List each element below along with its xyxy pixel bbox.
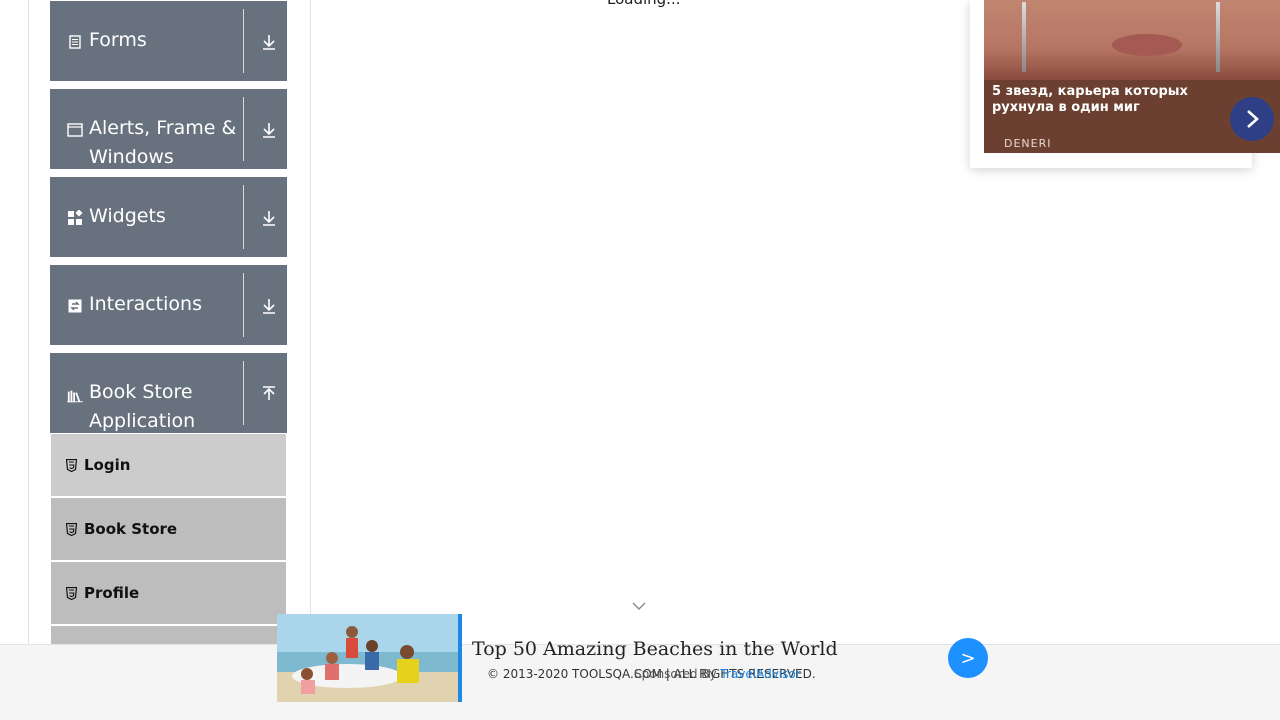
ad-bottom-image[interactable] [277, 614, 459, 702]
group-forms[interactable]: Forms [50, 1, 287, 81]
ad-sponsor-source[interactable]: TravelAdvisor [720, 667, 800, 681]
ad-bottom-title[interactable]: Top 50 Amazing Beaches in the World [472, 638, 838, 660]
ad-go-button[interactable]: > [948, 638, 988, 678]
left-divider [28, 0, 29, 644]
download-arrow-icon[interactable] [258, 207, 280, 229]
chevron-down-icon[interactable] [631, 600, 647, 612]
sidebar-divider [310, 0, 311, 644]
loading-text: Loading... [607, 0, 680, 8]
menu-item-partial[interactable] [51, 626, 286, 644]
greater-than-icon: > [960, 647, 976, 669]
ad-image [984, 0, 1280, 80]
beach-photo [277, 614, 459, 702]
html5-icon [65, 522, 77, 536]
divider [243, 273, 244, 337]
group-forms-label: Forms [89, 29, 147, 51]
download-arrow-icon[interactable] [258, 31, 280, 53]
menu-item-login[interactable]: Login [51, 434, 286, 496]
group-interactions-label: Interactions [89, 293, 202, 315]
download-arrow-icon[interactable] [258, 295, 280, 317]
ad-next-button[interactable] [1230, 97, 1274, 141]
widgets-icon [67, 210, 83, 226]
window-icon [67, 122, 83, 138]
group-widgets-label: Widgets [89, 205, 166, 227]
group-book-store-label: Book Store [89, 381, 193, 403]
divider [243, 361, 244, 425]
html5-icon [65, 586, 77, 600]
download-arrow-icon[interactable] [258, 119, 280, 141]
ad-caption[interactable]: 5 звезд, карьера которых рухнула в один … [992, 84, 1232, 116]
earring-shape [1216, 2, 1220, 72]
divider [243, 185, 244, 249]
upload-arrow-icon[interactable] [258, 383, 280, 405]
book-icon [67, 388, 83, 404]
ad-brand: DENERI [1004, 137, 1052, 150]
earring-shape [1022, 2, 1026, 72]
html5-icon [65, 458, 77, 472]
lips-shape [1112, 34, 1182, 56]
chevron-right-icon [1247, 110, 1259, 128]
interactions-icon [67, 298, 83, 314]
group-widgets[interactable]: Widgets [50, 177, 287, 257]
group-book-store-label-line2: Application [89, 410, 196, 432]
group-alerts-label: Alerts, Frame & [89, 117, 237, 139]
ad-sponsor-prefix: Sponsored By [634, 667, 717, 681]
divider [243, 9, 244, 73]
form-icon [67, 34, 83, 50]
menu-item-profile-label: Profile [84, 584, 140, 602]
ad-sponsor-line: Sponsored By TravelAdvisor [634, 667, 801, 681]
page: Forms Alerts, Frame & Windows Widgets In… [0, 0, 1280, 720]
menu-item-book-store[interactable]: Book Store [51, 498, 286, 560]
ad-banner-top[interactable]: 5 звезд, карьера которых рухнула в один … [984, 0, 1280, 153]
group-interactions[interactable]: Interactions [50, 265, 287, 345]
menu-item-profile[interactable]: Profile [51, 562, 286, 624]
menu-item-login-label: Login [84, 456, 131, 474]
group-alerts-frame-windows[interactable]: Alerts, Frame & Windows [50, 89, 287, 169]
group-alerts-label-line2: Windows [89, 146, 174, 168]
group-book-store-application[interactable]: Book Store Application [50, 353, 287, 433]
menu-item-book-store-label: Book Store [84, 520, 178, 538]
divider [243, 97, 244, 161]
ad-accent-bar [458, 614, 462, 702]
